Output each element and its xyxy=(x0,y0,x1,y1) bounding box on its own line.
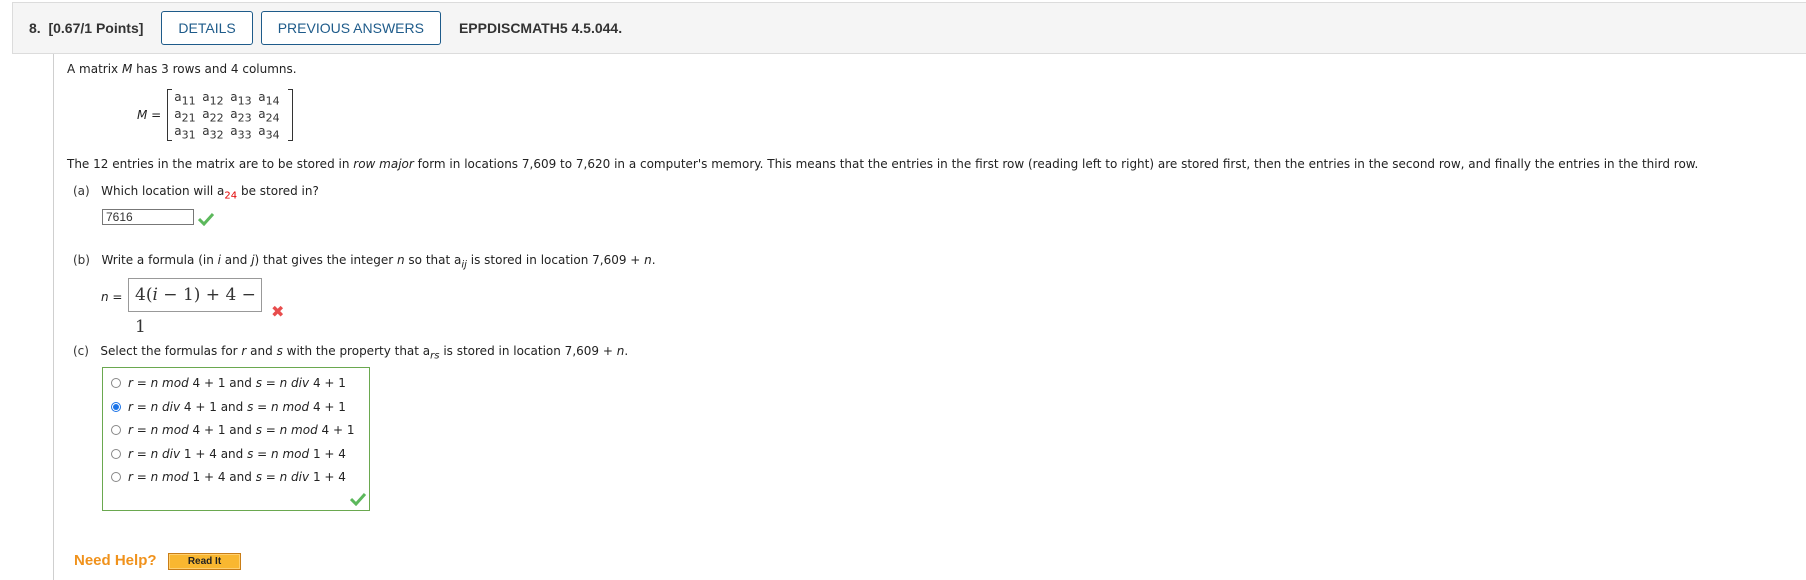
question-number-points: 8. [0.67/1 Points] xyxy=(29,20,144,36)
matrix-entry: a21 xyxy=(174,106,196,124)
correct-check-icon xyxy=(350,492,366,506)
intro-text: A matrix M has 3 rows and 4 columns. xyxy=(67,62,297,76)
matrix-entry: a14 xyxy=(258,89,280,107)
radio-button[interactable] xyxy=(111,378,121,388)
part-a-label: (a) xyxy=(73,184,90,198)
matrix-entry: a22 xyxy=(202,106,224,124)
part-a-question: (a) Which location will a24 be stored in… xyxy=(73,184,319,202)
n-label: n = xyxy=(101,290,123,304)
part-a-answer-input[interactable]: 7616 xyxy=(102,209,194,225)
need-help-label: Need Help? xyxy=(74,552,157,569)
matrix-entries: a11 a12 a13 a14 a21 a22 a23 a24 a31 a32 a33 a34 xyxy=(172,90,288,141)
content-divider xyxy=(53,54,54,580)
matrix-entry: a12 xyxy=(202,89,224,107)
part-c-question: (c) Select the formulas for r and s with… xyxy=(73,344,629,362)
part-b-answer-input[interactable]: 4(i − 1) + 4 − 1 xyxy=(128,278,262,337)
matrix-label: M = xyxy=(137,108,162,122)
radio-button[interactable] xyxy=(111,425,121,435)
incorrect-x-icon: ✖ xyxy=(271,302,285,321)
matrix-entry: a24 xyxy=(258,106,280,124)
right-bracket xyxy=(288,89,294,141)
matrix-entry: a33 xyxy=(230,123,252,141)
radio-option[interactable]: r = n mod 4 + 1 and s = n div 4 + 1 xyxy=(111,376,346,390)
read-it-button[interactable]: Read It xyxy=(168,553,241,570)
problem-code: EPPDISCMATH5 4.5.044. xyxy=(458,20,623,36)
details-button[interactable]: DETAILS xyxy=(161,11,253,45)
previous-answers-button[interactable]: PREVIOUS ANSWERS xyxy=(260,11,441,45)
matrix-entry: a32 xyxy=(202,123,224,141)
description-text: The 12 entries in the matrix are to be s… xyxy=(67,157,1699,171)
radio-button[interactable] xyxy=(111,448,121,459)
radio-button[interactable] xyxy=(111,472,121,482)
matrix-M: M = a11 a12 a13 a14 a21 a22 a23 a24 a31 a32 a33 a34 xyxy=(137,89,294,141)
correct-check-icon xyxy=(198,212,214,226)
radio-option[interactable]: r = n mod 1 + 4 and s = n div 1 + 4 xyxy=(111,470,346,484)
part-b-label: (b) xyxy=(73,253,90,267)
matrix-entry: a13 xyxy=(230,89,252,107)
matrix-entry: a31 xyxy=(174,123,196,141)
matrix-entry: a34 xyxy=(258,123,280,141)
part-c-label: (c) xyxy=(73,344,89,358)
radio-option[interactable]: r = n div 1 + 4 and s = n mod 1 + 4 xyxy=(111,447,346,461)
matrix-entry: a23 xyxy=(230,106,252,124)
part-b-question: (b) Write a formula (in i and j) that gi… xyxy=(73,253,656,271)
radio-option[interactable]: r = n mod 4 + 1 and s = n mod 4 + 1 xyxy=(111,423,355,437)
radio-option[interactable]: r = n div 4 + 1 and s = n mod 4 + 1 xyxy=(111,400,346,414)
radio-button[interactable] xyxy=(111,401,121,412)
matrix-entry: a11 xyxy=(174,89,196,107)
part-c-options: r = n mod 4 + 1 and s = n div 4 + 1 r = n… xyxy=(102,367,370,511)
question-header: 8. [0.67/1 Points] DETAILS PREVIOUS ANSW… xyxy=(12,2,1806,54)
